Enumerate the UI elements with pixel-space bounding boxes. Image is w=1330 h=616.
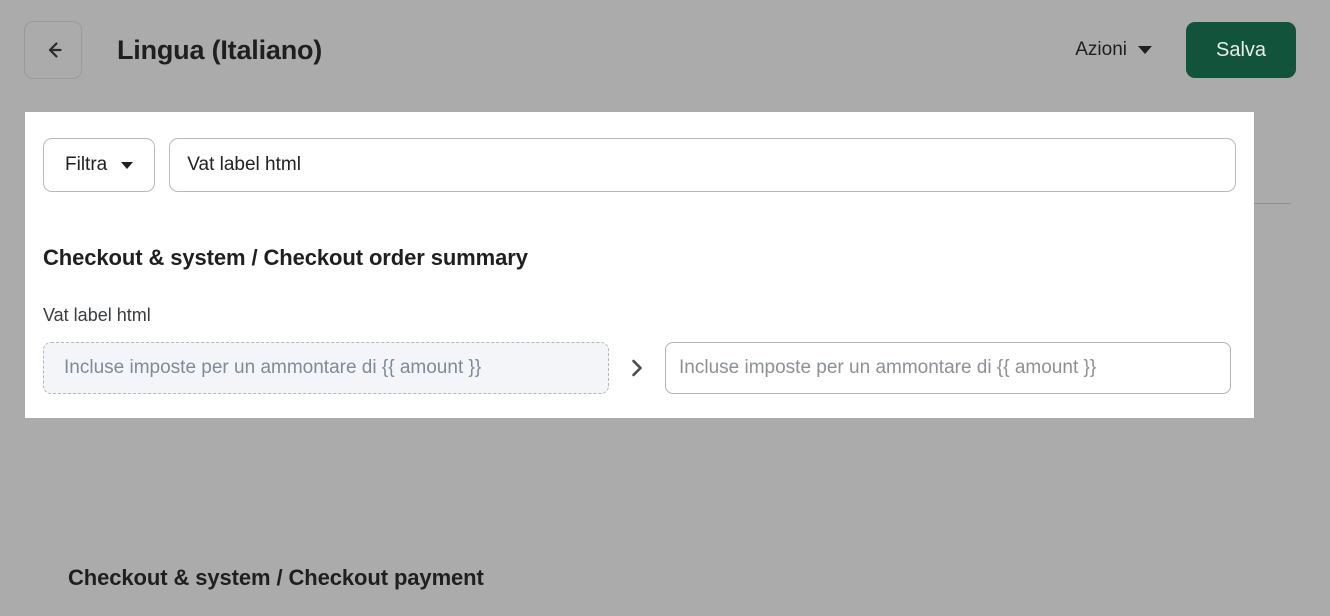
filter-button[interactable]: Filtra bbox=[43, 138, 155, 192]
actions-menu-button[interactable]: Azioni bbox=[1069, 31, 1158, 69]
filter-button-label: Filtra bbox=[65, 154, 107, 176]
search-input[interactable] bbox=[169, 138, 1236, 192]
save-button[interactable]: Salva bbox=[1186, 22, 1296, 78]
chevron-down-icon bbox=[1138, 46, 1152, 54]
actions-menu-label: Azioni bbox=[1075, 39, 1127, 61]
source-text-box: Incluse imposte per un ammontare di {{ a… bbox=[43, 342, 609, 394]
chevron-down-icon bbox=[121, 162, 133, 169]
next-group-heading: Checkout & system / Checkout payment bbox=[68, 565, 484, 591]
back-arrow-icon bbox=[40, 37, 66, 63]
translation-input[interactable] bbox=[665, 342, 1231, 394]
search-results-card: Filtra Checkout & system / Checkout orde… bbox=[25, 112, 1254, 418]
field-label: Vat label html bbox=[43, 305, 1236, 326]
page-title: Lingua (Italiano) bbox=[117, 35, 322, 66]
translation-row: Incluse imposte per un ammontare di {{ a… bbox=[43, 342, 1236, 394]
back-button[interactable] bbox=[24, 21, 82, 79]
group-heading: Checkout & system / Checkout order summa… bbox=[43, 245, 1236, 271]
top-bar: Lingua (Italiano) Azioni Salva bbox=[0, 0, 1330, 100]
filter-row: Filtra bbox=[43, 138, 1236, 192]
chevron-right-icon bbox=[609, 357, 665, 379]
